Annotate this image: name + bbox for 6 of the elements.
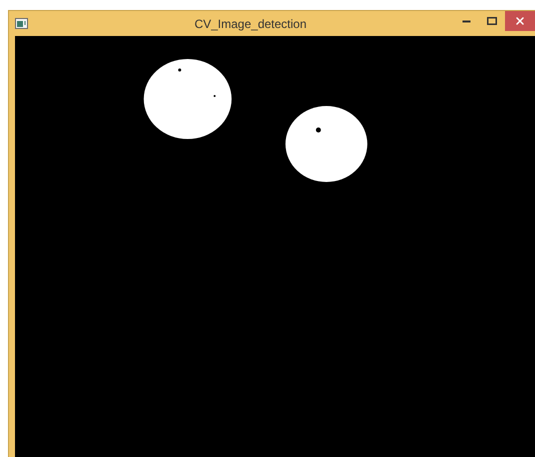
close-button[interactable] bbox=[505, 11, 535, 31]
window-title: CV_Image_detection bbox=[194, 16, 307, 32]
minimize-icon bbox=[462, 20, 470, 22]
close-icon bbox=[514, 15, 526, 27]
app-icon[interactable] bbox=[15, 18, 28, 29]
maximize-icon bbox=[487, 17, 497, 25]
